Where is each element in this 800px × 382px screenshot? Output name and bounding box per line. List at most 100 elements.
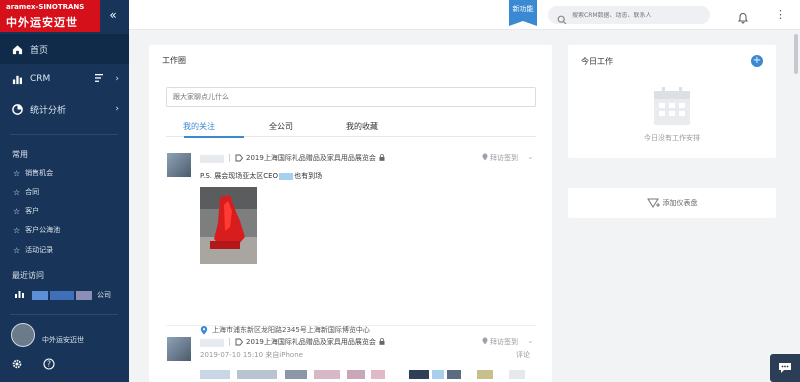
redacted-author[interactable] (200, 155, 224, 163)
post-event-label: 2019上海国际礼品赠品及家具用品展览会 (246, 338, 376, 346)
post-photo[interactable] (200, 187, 257, 264)
new-feature-badge[interactable]: 新功能 (509, 0, 537, 26)
redacted-text (50, 290, 74, 300)
lock-icon (379, 337, 385, 347)
user-profile[interactable]: 中外运安迈世 (11, 323, 84, 347)
list-filter-icon[interactable] (95, 73, 105, 85)
home-icon (11, 43, 23, 55)
post-event[interactable]: 2019上海国际礼品赠品及家具用品展览会 (235, 153, 385, 163)
nav-label-crm: CRM (30, 74, 51, 84)
post-event[interactable]: 2019上海国际礼品赠品及家具用品展览会 (235, 337, 385, 347)
tab-whole-company[interactable]: 全公司 (269, 121, 293, 137)
avatar[interactable] (11, 323, 35, 347)
tag-icon (235, 338, 244, 346)
separator: | (228, 153, 231, 162)
star-icon: ☆ (13, 245, 21, 255)
post-text-prefix: P.S. 展会现场亚太区CEO (200, 172, 279, 180)
common-item-label: 客户公海池 (25, 226, 61, 234)
nav-item-stats[interactable]: 统计分析 › (0, 94, 129, 124)
sidebar-divider (10, 314, 118, 315)
post-text: P.S. 展会现场亚太区CEO 也有到场 (200, 171, 322, 181)
recent-item-suffix: 公司 (97, 291, 111, 299)
post-text-suffix: 也有到场 (294, 172, 323, 180)
post-location-label: 上海市浦东新区龙阳路2345号上海新国际博览中心 (212, 326, 370, 334)
checkin-tag[interactable]: 拜访签到 (482, 337, 518, 347)
common-item-label: 客户 (25, 207, 40, 215)
tab-my-follow[interactable]: 我的关注 (183, 121, 215, 137)
search-input[interactable] (572, 11, 702, 19)
common-section-title: 常用 (12, 150, 28, 159)
redacted-author[interactable] (200, 339, 224, 347)
tab-my-favorites[interactable]: 我的收藏 (346, 121, 378, 137)
checkin-tag[interactable]: 拜访签到 (482, 153, 518, 163)
separator: | (228, 337, 231, 346)
plus-circle-icon[interactable]: + (751, 55, 763, 67)
star-icon: ☆ (13, 225, 21, 235)
post-location[interactable]: 上海市浦东新区龙阳路2345号上海新国际博览中心 (200, 325, 370, 335)
post-divider (166, 325, 536, 326)
common-item-customer[interactable]: ☆ 客户 (13, 205, 39, 217)
logo-top-text: aramex-SINOTRANS (6, 3, 85, 11)
chevron-down-icon[interactable]: ⌄ (527, 336, 534, 345)
logo-bottom-text: 中外运安迈世 (6, 16, 78, 29)
help-icon[interactable]: ? (43, 358, 55, 370)
scrollbar-thumb[interactable] (794, 34, 798, 74)
pie-chart-icon (11, 103, 23, 115)
common-item-label: 活动记录 (25, 246, 54, 254)
common-item-opportunity[interactable]: ☆ 销售机会 (13, 167, 53, 179)
common-item-label: 合同 (25, 188, 40, 196)
feed-tabs: 我的关注 全公司 我的收藏 (166, 121, 536, 138)
calendar-icon (652, 85, 692, 127)
bar-chart-icon (11, 73, 23, 85)
star-icon: ☆ (13, 168, 21, 178)
recent-section-title: 最近访问 (12, 271, 44, 280)
top-bar: 新功能 ⋮ (129, 0, 800, 30)
brand-logo[interactable]: aramex-SINOTRANS 中外运安迈世 (0, 0, 100, 32)
redacted-text (76, 290, 92, 300)
common-item-customer-pool[interactable]: ☆ 客户公海池 (13, 224, 60, 236)
checkin-label: 拜访签到 (490, 154, 518, 162)
work-circle-card: 工作圈 我的关注 全公司 我的收藏 | 2019上海国际礼品赠品及家具用品展览会… (149, 45, 552, 382)
sidebar: aramex-SINOTRANS 中外运安迈世 « 首页 CRM › 统计分析 … (0, 0, 129, 382)
more-vertical-icon[interactable]: ⋮ (775, 8, 786, 22)
chevron-right-icon: › (115, 104, 119, 114)
post-timestamp: 2019-07-10 15:10 来自iPhone (200, 351, 303, 359)
chat-icon[interactable] (770, 354, 800, 382)
common-item-activity-log[interactable]: ☆ 活动记录 (13, 244, 53, 256)
scrollbar[interactable] (792, 30, 800, 382)
nav-label-home: 首页 (30, 45, 49, 56)
post-event-label: 2019上海国际礼品赠品及家具用品展览会 (246, 154, 376, 162)
today-work-card: 今日工作 + 今日没有工作安排 (568, 45, 776, 158)
nav-item-home[interactable]: 首页 (0, 34, 129, 64)
redacted-text (279, 172, 294, 180)
chart-add-icon (646, 198, 661, 208)
avatar[interactable] (167, 337, 191, 361)
today-empty-text: 今日没有工作安排 (644, 134, 700, 142)
tag-icon (235, 154, 244, 162)
avatar[interactable] (167, 153, 191, 177)
gear-icon[interactable] (11, 358, 23, 370)
feed-title: 工作圈 (162, 56, 186, 65)
lock-icon (379, 153, 385, 163)
sidebar-divider (10, 134, 118, 135)
nav-item-crm[interactable]: CRM › (0, 64, 129, 94)
chevron-down-icon[interactable]: ⌄ (527, 152, 534, 161)
checkin-label: 拜访签到 (490, 338, 518, 346)
post-input[interactable] (166, 87, 536, 107)
location-pin-icon (482, 337, 488, 347)
location-pin-icon (482, 153, 488, 163)
star-icon: ☆ (13, 206, 21, 216)
common-item-contract[interactable]: ☆ 合同 (13, 186, 39, 198)
user-name: 中外运安迈世 (42, 336, 84, 344)
double-chevron-left-icon[interactable]: « (106, 8, 120, 22)
today-title: 今日工作 (581, 57, 613, 66)
active-tab-indicator (184, 136, 244, 138)
svg-text:?: ? (47, 360, 51, 369)
add-dashboard-button[interactable]: 添加仪表盘 (568, 188, 776, 218)
redacted-text (32, 290, 48, 300)
bell-icon[interactable] (737, 9, 749, 24)
recent-item[interactable]: 公司 (15, 289, 111, 301)
global-search[interactable] (548, 6, 710, 25)
star-icon: ☆ (13, 187, 21, 197)
comment-button[interactable]: 评论 (516, 350, 530, 360)
